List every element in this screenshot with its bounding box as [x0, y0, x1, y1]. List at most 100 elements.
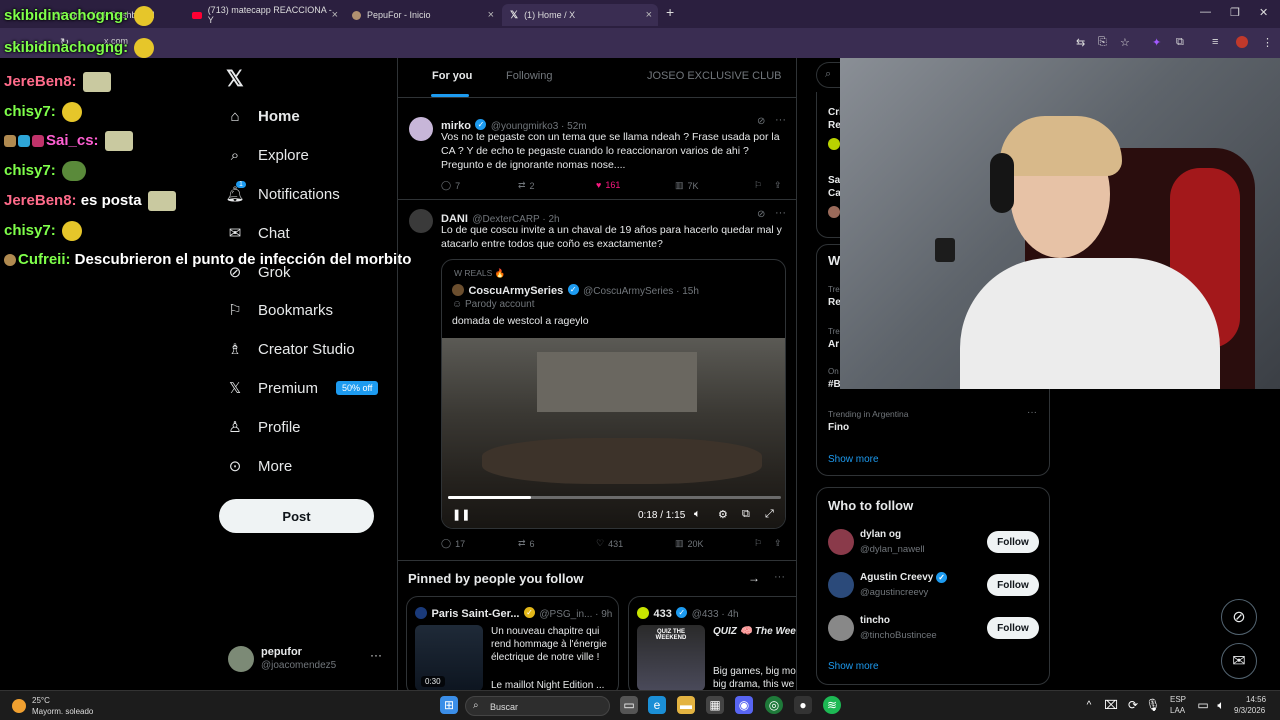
task-view-icon[interactable]: ▭ — [620, 696, 638, 714]
store-icon[interactable]: ▦ — [706, 696, 724, 714]
messages-fab-icon[interactable]: ✉ — [1221, 643, 1257, 679]
volume-icon[interactable]: 🔈︎ — [694, 508, 701, 521]
discord-icon[interactable]: ◉ — [735, 696, 753, 714]
trend-topic[interactable]: Re — [828, 297, 841, 308]
suggested-user-name[interactable]: dylan og — [860, 529, 901, 540]
nav-item-profile[interactable]: ♙ Profile — [226, 415, 300, 439]
pinned-card[interactable]: Paris Saint-Ger... ✓ @PSG_in... · 9h 0:3… — [406, 596, 619, 690]
nav-item-bookmarks[interactable]: ⚐ Bookmarks — [226, 298, 333, 322]
close-tab-icon[interactable]: × — [646, 9, 652, 21]
install-icon[interactable]: ⎘ — [1098, 36, 1107, 49]
follow-button[interactable]: Follow — [987, 574, 1039, 596]
trend-topic[interactable]: Fino — [828, 422, 849, 433]
repost-button[interactable]: ⇄ 2 — [518, 180, 535, 191]
grok-icon[interactable]: ⊘ — [757, 209, 765, 220]
reply-button[interactable]: ◯ 17 — [441, 538, 465, 549]
pinned-card[interactable]: 433 ✓ @433 · 4h QUIZ THE WEEKEND QUIZ 🧠 … — [628, 596, 796, 690]
x-logo-icon[interactable]: 𝕏 — [226, 66, 244, 92]
video-progress-bar[interactable] — [448, 496, 781, 499]
quiz-thumbnail[interactable]: QUIZ THE WEEKEND — [637, 625, 705, 690]
show-more-link[interactable]: Show more — [828, 454, 879, 465]
taskbar-search-input[interactable]: ⌕ Buscar — [465, 696, 610, 716]
like-button[interactable]: ♡ 431 — [596, 538, 623, 549]
clock-time[interactable]: 14:56 — [1246, 695, 1266, 704]
show-more-link[interactable]: Show more — [828, 661, 879, 672]
extensions-puzzle-icon[interactable]: ⧉ — [1176, 36, 1184, 49]
fullscreen-icon[interactable]: ⤢ — [765, 508, 774, 521]
grok-fab-icon[interactable]: ⊘ — [1221, 599, 1257, 635]
picture-in-picture-icon[interactable]: ⧉ — [742, 508, 750, 521]
suggested-user-name[interactable]: tincho — [860, 615, 890, 626]
post-button[interactable]: Post — [219, 499, 374, 533]
tab-for-you[interactable]: For you — [432, 70, 472, 82]
spotify-icon[interactable]: ≋ — [823, 696, 841, 714]
arrow-right-icon[interactable]: → — [748, 571, 760, 585]
new-tab-icon[interactable]: + — [666, 4, 674, 20]
extension-icon[interactable]: ✦ — [1152, 36, 1161, 49]
obs-icon[interactable]: ● — [794, 696, 812, 714]
quoted-tweet[interactable]: W REALS 🔥 CoscuArmySeries ✓ @CoscuArmySe… — [441, 259, 786, 529]
more-dots-icon[interactable]: ··· — [370, 648, 382, 662]
window-close-icon[interactable]: ✕ — [1259, 6, 1268, 19]
tray-overflow-icon[interactable]: ^ — [1080, 696, 1098, 714]
video-player[interactable]: ❚❚ 0:18 / 1:15 🔈︎ ⚙ ⧉ ⤢ — [442, 338, 785, 528]
bookmark-icon[interactable]: ⚐ — [754, 538, 762, 549]
chrome-icon[interactable]: ◎ — [765, 696, 783, 714]
tweet[interactable]: DANI @DexterCARP · 2h ⊘ ··· Lo de que co… — [398, 201, 796, 561]
nav-item-explore[interactable]: ⌕ Explore — [226, 143, 309, 167]
tab-x-home[interactable]: 𝕏 (1) Home / X × — [502, 4, 658, 26]
nav-item-home[interactable]: ⌂ Home — [226, 104, 299, 128]
tweet[interactable]: mirko ✓ @youngmirko3 · 52m ⊘ ··· Vos no … — [398, 107, 796, 200]
microphone-icon[interactable]: 🎙︎ — [1144, 696, 1162, 714]
grok-icon[interactable]: ⊘ — [757, 116, 765, 127]
views-button[interactable]: ▥ 20K — [675, 538, 704, 549]
tray-app-icon[interactable]: ⌧ — [1102, 696, 1120, 714]
more-dots-icon[interactable]: ··· — [775, 207, 786, 219]
edge-icon[interactable]: e — [648, 696, 666, 714]
tab-joseo-exclusive-club[interactable]: JOSEO EXCLUSIVE CLUB — [647, 70, 782, 82]
profile-avatar-icon[interactable] — [1236, 36, 1248, 48]
tab-following[interactable]: Following — [506, 70, 552, 82]
weather-widget[interactable]: 25°C Mayorm. soleado — [10, 695, 100, 717]
input-language[interactable]: ESP — [1170, 695, 1186, 704]
tab-search-icon[interactable]: ≡ — [1212, 36, 1218, 48]
nav-item-grok[interactable]: ⊘ Grok — [226, 260, 291, 284]
share-icon[interactable]: ⇪ — [774, 538, 782, 549]
nav-item-creator-studio[interactable]: ♗ Creator Studio — [226, 337, 354, 361]
windows-start-icon[interactable]: ⊞ — [440, 696, 458, 714]
minimize-icon[interactable]: — — [1200, 6, 1211, 18]
file-explorer-icon[interactable]: ▬ — [677, 696, 695, 714]
views-button[interactable]: ▥ 7K — [675, 180, 699, 191]
volume-icon[interactable]: 🔈︎ — [1212, 696, 1230, 714]
browser-menu-icon[interactable]: ⋮ — [1262, 36, 1273, 49]
video-thumbnail[interactable]: 0:30 — [415, 625, 483, 690]
share-icon[interactable]: ⇪ — [774, 180, 782, 191]
bookmark-star-icon[interactable]: ☆ — [1120, 36, 1130, 49]
suggested-user-name-row[interactable]: Agustin Creevy ✓ — [860, 572, 948, 583]
trend-item[interactable]: Sa Ca — [828, 174, 841, 200]
follow-button[interactable]: Follow — [987, 617, 1039, 639]
maximize-icon[interactable]: ❐ — [1230, 6, 1240, 19]
bookmark-icon[interactable]: ⚐ — [754, 180, 762, 191]
network-icon[interactable]: ▭ — [1194, 696, 1212, 714]
repost-button[interactable]: ⇄ 6 — [518, 538, 535, 549]
close-tab-icon[interactable]: × — [488, 9, 494, 21]
trend-topic[interactable]: Ar — [828, 339, 839, 350]
more-dots-icon[interactable]: ··· — [774, 571, 785, 583]
more-dots-icon[interactable]: ··· — [1027, 407, 1037, 418]
account-switcher[interactable]: pepufor @joacomendez5 ··· — [226, 644, 386, 680]
like-button[interactable]: ♥ 161 — [596, 180, 620, 190]
settings-gear-icon[interactable]: ⚙ — [718, 508, 728, 521]
quote-author[interactable]: CoscuArmySeries — [468, 285, 563, 297]
translate-icon[interactable]: ⇆ — [1076, 36, 1085, 49]
pause-icon[interactable]: ❚❚ — [452, 508, 470, 521]
tray-update-icon[interactable]: ⟳ — [1124, 696, 1142, 714]
nav-item-notifications[interactable]: 🔔︎ 1 Notifications — [225, 181, 340, 206]
follow-button[interactable]: Follow — [987, 531, 1039, 553]
trend-topic[interactable]: #B — [828, 379, 841, 390]
reply-button[interactable]: ◯ 7 — [441, 180, 460, 191]
nav-item-chat[interactable]: ✉ Chat — [226, 221, 290, 245]
nav-item-premium[interactable]: 𝕏 Premium 50% off — [226, 376, 379, 400]
more-dots-icon[interactable]: ··· — [775, 114, 786, 126]
nav-item-more[interactable]: ⊙ More — [226, 454, 292, 478]
